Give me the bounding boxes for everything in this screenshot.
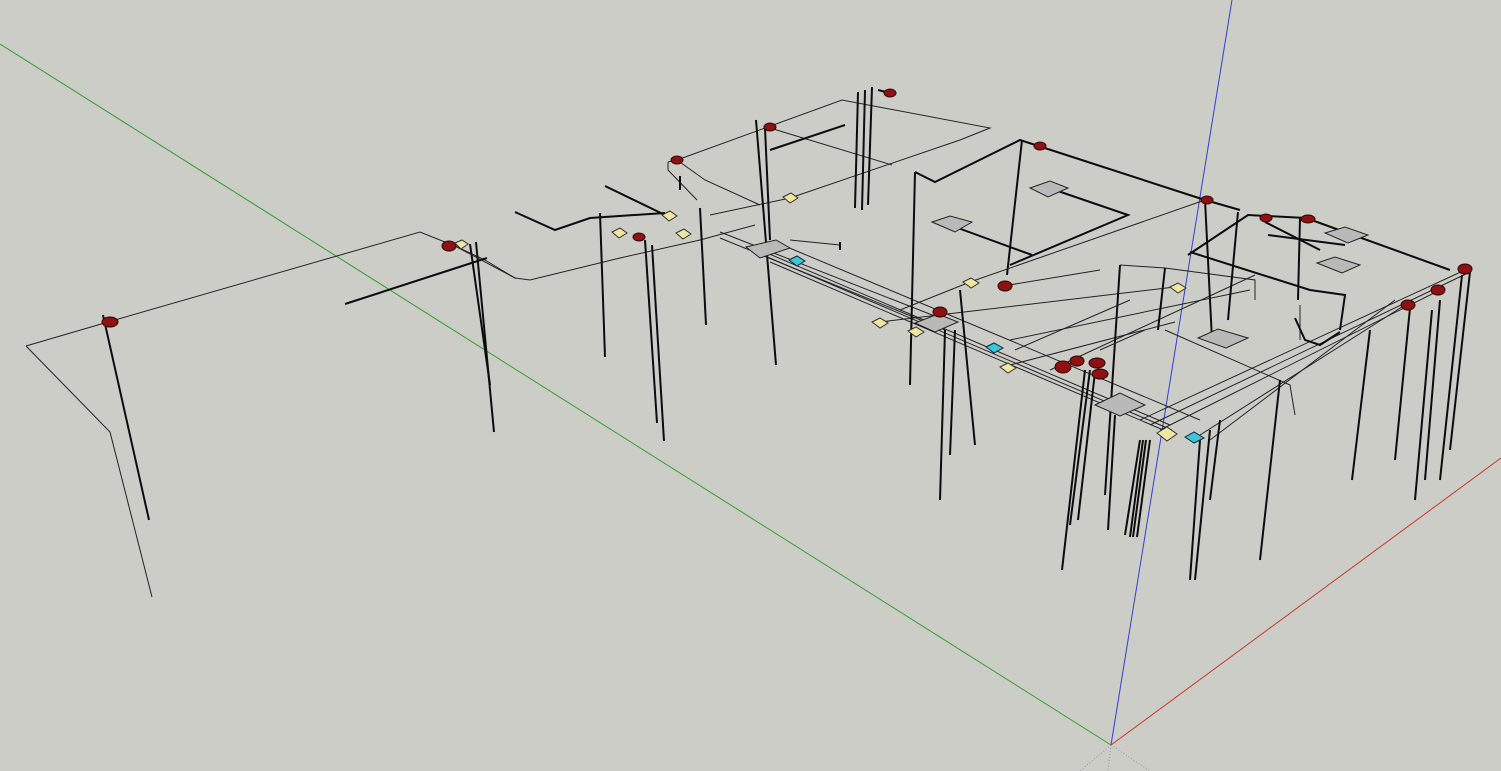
- outlet-box-icon[interactable]: [1184, 431, 1206, 444]
- junction-box-icon[interactable]: [1169, 282, 1187, 294]
- red-light-fixture-icon[interactable]: [1054, 360, 1072, 374]
- junction-box-icon[interactable]: [675, 228, 692, 240]
- center-left-wires: [484, 99, 992, 442]
- panel-icon[interactable]: [1196, 328, 1250, 349]
- panel-icon[interactable]: [930, 215, 974, 233]
- green-axis-line: [0, 43, 1112, 746]
- red-light-fixture-icon[interactable]: [1430, 284, 1446, 296]
- red-light-fixture-icon[interactable]: [1088, 357, 1106, 369]
- panel-icon[interactable]: [1028, 180, 1070, 198]
- axes: [0, 0, 1501, 771]
- panel-icon[interactable]: [1315, 256, 1362, 274]
- red-light-fixture-icon[interactable]: [1457, 263, 1473, 275]
- junction-box-icon[interactable]: [454, 239, 469, 250]
- red-light-fixture-icon[interactable]: [883, 88, 897, 98]
- red-light-fixture-icon[interactable]: [997, 280, 1013, 292]
- red-light-fixture-icon[interactable]: [1069, 355, 1085, 367]
- red-fixtures[interactable]: [101, 88, 1473, 380]
- junction-boxes[interactable]: [454, 192, 1187, 442]
- left-fixture-wires: [25, 231, 516, 598]
- origin-guide-dotted-2: [1110, 744, 1151, 771]
- origin-guide-dotted: [1079, 744, 1112, 771]
- red-light-fixture-icon[interactable]: [1300, 214, 1316, 224]
- red-light-fixture-icon[interactable]: [1400, 299, 1416, 311]
- red-light-fixture-icon[interactable]: [1259, 213, 1273, 223]
- junction-box-icon[interactable]: [782, 192, 799, 204]
- junction-box-icon[interactable]: [871, 317, 889, 329]
- red-axis-line: [1110, 457, 1501, 746]
- junction-box-icon[interactable]: [611, 227, 628, 239]
- red-light-fixture-icon[interactable]: [1091, 368, 1109, 380]
- electrical-wiring-model[interactable]: [25, 86, 1473, 598]
- red-light-fixture-icon[interactable]: [670, 155, 684, 165]
- right-enclosure-wires: [1014, 199, 1471, 581]
- red-light-fixture-icon[interactable]: [1200, 195, 1214, 205]
- panel-icon[interactable]: [1323, 226, 1370, 244]
- panel-icon[interactable]: [744, 239, 792, 259]
- outlet-boxes[interactable]: [788, 255, 1206, 444]
- origin-guide-dotted-3: [1107, 744, 1112, 771]
- scene-canvas[interactable]: [0, 0, 1501, 771]
- blue-axis-line: [1110, 0, 1233, 746]
- red-light-fixture-icon[interactable]: [763, 122, 777, 132]
- red-light-fixture-icon[interactable]: [441, 240, 457, 252]
- red-light-fixture-icon[interactable]: [101, 316, 119, 328]
- 3d-modeling-viewport[interactable]: [0, 0, 1501, 771]
- red-light-fixture-icon[interactable]: [932, 306, 948, 318]
- red-light-fixture-icon[interactable]: [632, 232, 646, 242]
- red-light-fixture-icon[interactable]: [1033, 141, 1047, 151]
